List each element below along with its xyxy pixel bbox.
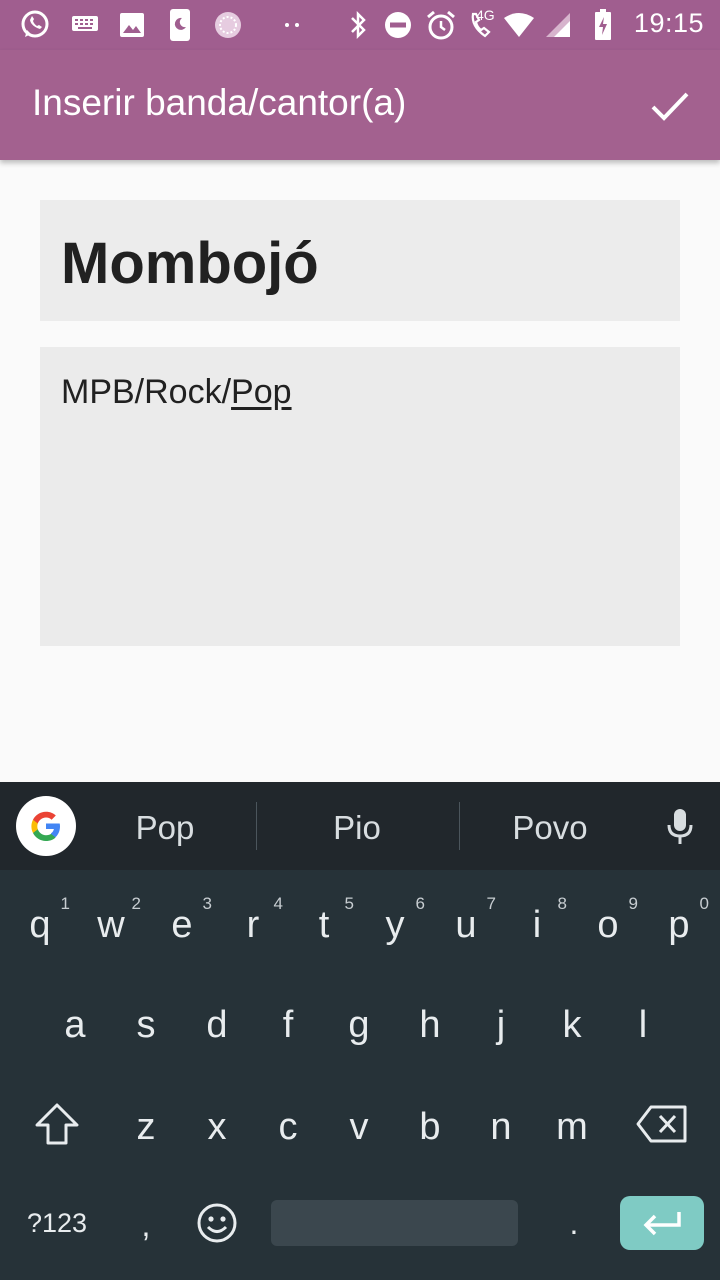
band-name-value: Mombojó [61,231,319,296]
key-b[interactable]: b [394,1078,466,1174]
signal-icon [544,9,572,41]
key-z[interactable]: z [110,1078,182,1174]
genre-field[interactable]: MPB/Rock/Pop [40,347,680,646]
key-s[interactable]: s [110,976,182,1072]
genre-composing-word: Pop [231,373,292,411]
check-icon [651,92,689,121]
key-k[interactable]: k [536,976,608,1072]
key-y[interactable]: y6 [359,876,431,972]
key-i[interactable]: i8 [501,876,573,972]
suggestion-bar: Pop Pio Povo [0,782,720,870]
confirm-button[interactable] [642,78,698,134]
google-button[interactable] [16,796,76,856]
more-dots-icon [280,9,304,41]
emoji-icon [197,1203,237,1243]
suggestion-divider [459,802,460,850]
app-bar: Inserir banda/cantor(a) [0,50,720,160]
comma-key[interactable]: , [124,1192,168,1258]
band-name-field[interactable]: Mombojó [40,200,680,321]
key-r[interactable]: r4 [217,876,289,972]
shift-icon [35,1103,79,1145]
key-t[interactable]: t5 [288,876,360,972]
alarm-icon [424,9,458,41]
key-x[interactable]: x [181,1078,253,1174]
key-e[interactable]: e3 [146,876,218,972]
wifi-icon [502,9,536,41]
backspace-icon [636,1105,687,1143]
bluetooth-icon [346,9,370,41]
backspace-key[interactable] [628,1082,696,1166]
enter-icon [643,1212,681,1236]
clock-time: 19:15 [633,8,704,38]
key-h[interactable]: h [394,976,466,1072]
status-bar: 4G 19:15 [0,0,720,50]
key-a[interactable]: a [39,976,111,1072]
suggestion-3[interactable]: Povo [475,782,625,870]
mic-button[interactable] [660,804,700,850]
key-n[interactable]: n [465,1078,537,1174]
key-d[interactable]: d [181,976,253,1072]
enter-key[interactable] [620,1196,704,1250]
soft-keyboard: Pop Pio Povo q1 w2 e3 r4 t5 y6 u7 i8 o9 … [0,782,720,1280]
key-g[interactable]: g [323,976,395,1072]
page-title: Inserir banda/cantor(a) [32,82,407,123]
key-w[interactable]: w2 [75,876,147,972]
image-icon [118,9,146,41]
suggestion-1[interactable]: Pop [90,782,240,870]
keyboard-icon [70,9,100,41]
circle-app-icon [212,9,244,41]
symbols-key[interactable]: ?123 [14,1192,100,1254]
key-c[interactable]: c [252,1078,324,1174]
key-p[interactable]: p0 [643,876,715,972]
network-type-label: 4G [476,7,495,23]
key-j[interactable]: j [465,976,537,1072]
suggestion-divider [256,802,257,850]
period-key[interactable]: . [552,1190,596,1256]
key-v[interactable]: v [323,1078,395,1174]
key-f[interactable]: f [252,976,324,1072]
shift-key[interactable] [20,1082,94,1166]
call-4g-icon: 4G [462,7,502,41]
do-not-disturb-icon [383,9,413,41]
microphone-icon [667,809,693,844]
emoji-key[interactable] [190,1192,244,1254]
google-icon [31,811,60,841]
genre-value: MPB/Rock/Pop [61,373,292,412]
key-o[interactable]: o9 [572,876,644,972]
space-bar[interactable] [271,1200,518,1246]
genre-prefix: MPB/Rock/ [61,373,232,411]
phone-moon-icon [168,9,192,41]
battery-charging-icon [592,9,614,41]
key-q[interactable]: q1 [4,876,76,972]
suggestion-2[interactable]: Pio [282,782,432,870]
whatsapp-icon [18,9,52,41]
key-l[interactable]: l [607,976,679,1072]
key-m[interactable]: m [536,1078,608,1174]
key-u[interactable]: u7 [430,876,502,972]
